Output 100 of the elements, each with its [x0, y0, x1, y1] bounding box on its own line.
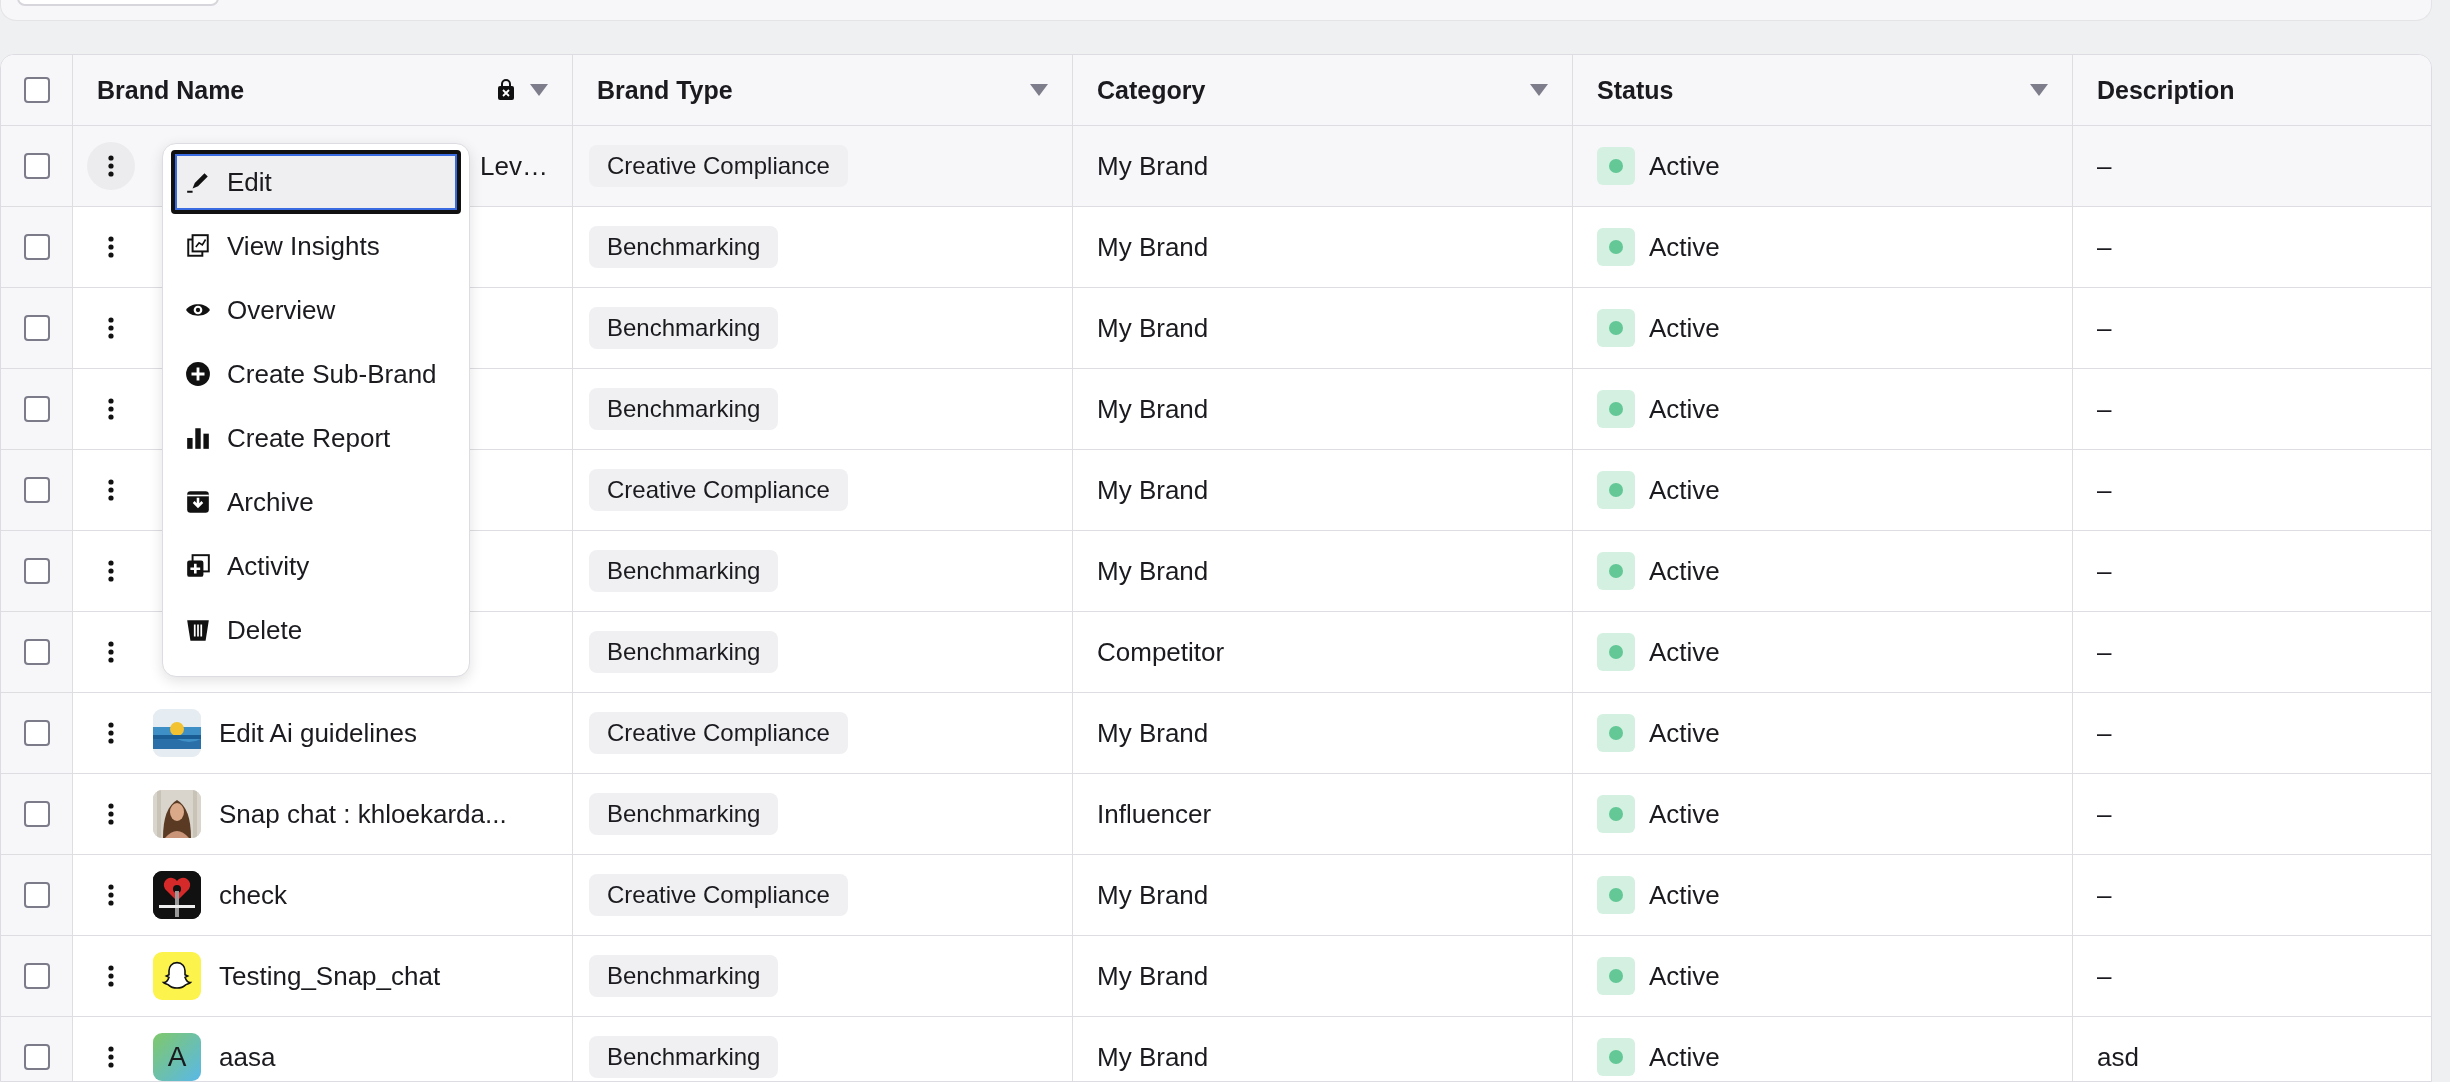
status-text: Active — [1649, 960, 1720, 992]
column-header[interactable]: Status — [1573, 55, 2073, 125]
row-checkbox[interactable] — [23, 963, 50, 989]
brand-type-tag: Creative Compliance — [589, 469, 848, 511]
row-checkbox[interactable] — [23, 801, 50, 827]
description-text: – — [2097, 393, 2112, 425]
column-header[interactable]: Brand Type — [573, 55, 1073, 125]
more-icon — [108, 317, 114, 339]
insights-icon — [185, 233, 211, 259]
more-icon — [108, 479, 114, 501]
brand-name[interactable]: aasa — [219, 1041, 276, 1073]
category-text: My Brand — [1097, 150, 1209, 182]
status-text: Active — [1649, 150, 1720, 182]
status-text: Active — [1649, 393, 1720, 425]
row-checkbox[interactable] — [23, 558, 50, 584]
brand-name[interactable]: Testing_Snap_chat — [219, 960, 441, 992]
more-icon — [108, 398, 114, 420]
category-text: My Brand — [1097, 960, 1209, 992]
menu-item[interactable]: Overview — [171, 278, 461, 342]
archive-icon — [185, 489, 211, 515]
activity-icon — [185, 553, 211, 579]
row-checkbox[interactable] — [23, 234, 50, 260]
status-text: Active — [1649, 636, 1720, 668]
menu-item[interactable]: Create Report — [171, 406, 461, 470]
column-header[interactable]: Brand Name — [73, 55, 573, 125]
menu-item[interactable]: Edit — [171, 150, 461, 214]
description-text: – — [2097, 960, 2112, 992]
menu-item[interactable]: Create Sub-Brand — [171, 342, 461, 406]
category-text: My Brand — [1097, 474, 1209, 506]
more-icon — [108, 236, 114, 258]
description-text: – — [2097, 879, 2112, 911]
row-checkbox[interactable] — [23, 639, 50, 665]
status-text: Active — [1649, 474, 1720, 506]
column-header[interactable]: Category — [1073, 55, 1573, 125]
status-text: Active — [1649, 1041, 1720, 1073]
avatar-letter: A — [167, 1041, 187, 1073]
column-header[interactable]: Description — [2073, 55, 2431, 125]
category-text: My Brand — [1097, 879, 1209, 911]
category-text: My Brand — [1097, 231, 1209, 263]
select-all-checkbox[interactable] — [23, 77, 50, 103]
description-text: – — [2097, 312, 2112, 344]
menu-item[interactable]: Archive — [171, 470, 461, 534]
category-text: Influencer — [1097, 798, 1212, 830]
filter-icon[interactable] — [1030, 84, 1048, 96]
more-icon — [108, 155, 114, 177]
row-checkbox[interactable] — [23, 477, 50, 503]
status-text: Active — [1649, 717, 1720, 749]
brand-type-tag: Benchmarking — [589, 1036, 779, 1078]
filter-icon[interactable] — [530, 84, 548, 96]
brand-name[interactable]: check — [219, 879, 287, 911]
description-text: – — [2097, 474, 2112, 506]
more-icon — [108, 803, 114, 825]
category-text: My Brand — [1097, 717, 1209, 749]
brand-name[interactable]: Edit Ai guidelines — [219, 717, 418, 749]
category-text: My Brand — [1097, 1041, 1209, 1073]
brand-type-tag: Benchmarking — [589, 955, 779, 997]
row-checkbox[interactable] — [23, 396, 50, 422]
brand-type-tag: Benchmarking — [589, 631, 779, 673]
row-checkbox[interactable] — [23, 720, 50, 746]
row-checkbox[interactable] — [23, 315, 50, 341]
brand-name[interactable]: Snap chat : khloekarda... — [219, 798, 507, 830]
brand-type-tag: Creative Compliance — [589, 145, 848, 187]
description-text: – — [2097, 231, 2112, 263]
menu-item[interactable]: Activity — [171, 534, 461, 598]
status-text: Active — [1649, 798, 1720, 830]
brand-name[interactable]: Lev… — [480, 150, 548, 182]
description-text: – — [2097, 636, 2112, 668]
category-text: My Brand — [1097, 393, 1209, 425]
brand-type-tag: Benchmarking — [589, 550, 779, 592]
status-text: Active — [1649, 312, 1720, 344]
menu-item[interactable]: View Insights — [171, 214, 461, 278]
menu-item[interactable]: Delete — [171, 598, 461, 662]
plus-circle-icon — [185, 361, 211, 387]
description-text: asd — [2097, 1041, 2139, 1073]
filter-icon[interactable] — [2030, 84, 2048, 96]
row-menu-button[interactable] — [87, 142, 135, 190]
ghost-icon — [161, 960, 193, 992]
bar-chart-icon — [185, 425, 211, 451]
category-text: Competitor — [1097, 636, 1225, 668]
trash-icon — [185, 617, 211, 643]
status-text: Active — [1649, 879, 1720, 911]
filter-icon[interactable] — [1530, 84, 1548, 96]
row-checkbox[interactable] — [23, 882, 50, 908]
more-icon — [108, 884, 114, 906]
status-text: Active — [1649, 555, 1720, 587]
row-checkbox[interactable] — [23, 153, 50, 179]
brand-type-tag: Benchmarking — [589, 388, 779, 430]
more-icon — [108, 1046, 114, 1068]
brand-type-tag: Benchmarking — [589, 793, 779, 835]
more-icon — [108, 641, 114, 663]
description-text: – — [2097, 717, 2112, 749]
description-text: – — [2097, 150, 2112, 182]
brand-type-tag: Benchmarking — [589, 307, 779, 349]
more-icon — [108, 722, 114, 744]
row-checkbox[interactable] — [23, 1044, 50, 1070]
category-text: My Brand — [1097, 555, 1209, 587]
description-text: – — [2097, 555, 2112, 587]
status-text: Active — [1649, 231, 1720, 263]
lock-icon[interactable] — [496, 79, 516, 101]
more-icon — [108, 560, 114, 582]
